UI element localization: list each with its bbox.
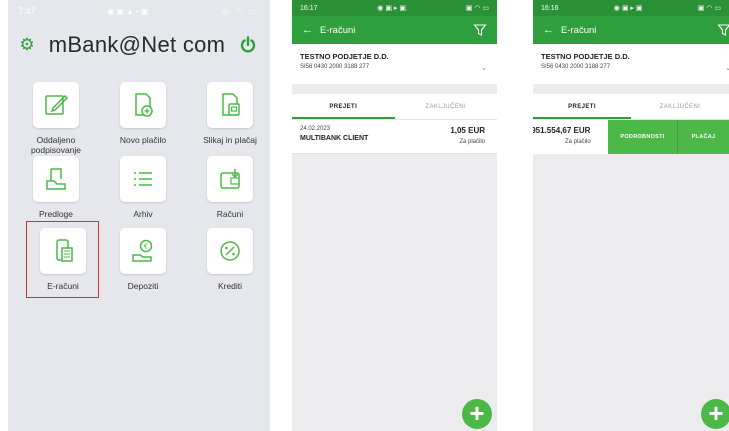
- list-item[interactable]: .951.554,67 EUR Za plačilo: [533, 120, 608, 154]
- tile-accounts[interactable]: Računi: [186, 156, 270, 219]
- tab-bar: PREJETI ZAKLJUČENI: [533, 94, 729, 120]
- battery-icon: ◎ ◠ ▭: [222, 6, 258, 16]
- back-arrow-icon[interactable]: ←: [543, 24, 561, 36]
- status-bar: 16:16 ◉ ▣ ▸ ▣ ▣ ◠ ▭: [533, 0, 729, 16]
- plus-icon: +: [708, 398, 724, 428]
- e-invoices-swipe-screen: 16:16 ◉ ▣ ▸ ▣ ▣ ◠ ▭ ← E-računi TESTNO PO…: [533, 0, 729, 431]
- back-arrow-icon[interactable]: ←: [302, 24, 320, 36]
- loans-icon: [207, 228, 253, 274]
- toolbar: ← E-računi: [292, 16, 497, 44]
- pay-button[interactable]: PLAČAJ: [678, 120, 729, 154]
- accounts-icon: [207, 156, 253, 202]
- status-bar: 7:47 ◉▣▲•▣ ◎ ◠ ▭: [8, 0, 270, 22]
- toolbar: ← E-računi: [533, 16, 729, 44]
- account-name: TESTNO PODJETJE D.D.: [300, 52, 389, 61]
- account-selector[interactable]: TESTNO PODJETJE D.D. SI56 0430 2000 3188…: [292, 44, 497, 84]
- chevron-down-icon: ⌄: [725, 65, 729, 72]
- tile-remote-signing[interactable]: Oddaljeno podpisovanje: [12, 82, 100, 155]
- status-icons: ◉ ▣ ▸ ▣: [377, 5, 406, 12]
- screen-title: E-računi: [561, 24, 597, 36]
- tab-received[interactable]: PREJETI: [533, 94, 631, 119]
- app-header: ⚙ mBank@Net com: [8, 22, 270, 68]
- account-selector[interactable]: TESTNO PODJETJE D.D. SI56 0430 2000 3188…: [533, 44, 729, 84]
- e-invoices-list-screen: 16:17 ◉ ▣ ▸ ▣ ▣ ◠ ▭ ← E-računi TESTNO PO…: [292, 0, 497, 431]
- power-icon[interactable]: [238, 35, 258, 55]
- tile-scan-pay[interactable]: Slikaj in plačaj: [186, 82, 270, 145]
- tile-new-payment[interactable]: Novo plačilo: [99, 82, 187, 145]
- tile-templates[interactable]: Predloge: [12, 156, 100, 219]
- status-time: 16:17: [300, 4, 318, 12]
- tile-label: Arhiv: [133, 209, 153, 219]
- highlight-box: [26, 221, 99, 298]
- tile-label: Računi: [216, 209, 244, 219]
- app-title: mBank@Net com: [48, 32, 226, 57]
- tile-loans[interactable]: Krediti: [186, 228, 270, 291]
- status-time: 16:16: [541, 4, 559, 12]
- tab-received[interactable]: PREJETI: [292, 94, 395, 119]
- invoice-status: Za plačilo: [565, 139, 591, 145]
- tile-label: Depoziti: [127, 281, 159, 291]
- scan-pay-icon: [207, 82, 253, 128]
- tile-label: Slikaj in plačaj: [203, 135, 257, 145]
- archive-icon: [120, 156, 166, 202]
- add-button[interactable]: +: [701, 399, 729, 429]
- filter-icon[interactable]: [473, 23, 487, 37]
- signature-icon: [33, 82, 79, 128]
- gear-icon[interactable]: ⚙: [18, 36, 36, 54]
- svg-text:€: €: [144, 243, 148, 251]
- tile-deposits[interactable]: € Depoziti: [99, 228, 187, 291]
- battery-icon: ▣ ◠ ▭: [697, 5, 721, 12]
- account-iban: SI56 0430 2000 3188 277: [541, 64, 611, 70]
- add-button[interactable]: +: [462, 399, 492, 429]
- list-item[interactable]: 24.02.2023 MULTIBANK CLIENT 1,05 EUR Za …: [292, 120, 497, 154]
- plus-icon: +: [469, 398, 485, 428]
- invoice-amount: 1,05 EUR: [450, 126, 485, 135]
- deposit-icon: €: [120, 228, 166, 274]
- screen-title: E-računi: [320, 24, 356, 36]
- status-icons: ◉▣▲•▣: [107, 6, 151, 16]
- templates-icon: [33, 156, 79, 202]
- invoice-status: Za plačilo: [459, 139, 485, 145]
- details-button[interactable]: PODROBNOSTI: [608, 120, 677, 154]
- tab-bar: PREJETI ZAKLJUČENI: [292, 94, 497, 120]
- status-bar: 16:17 ◉ ▣ ▸ ▣ ▣ ◠ ▭: [292, 0, 497, 16]
- tile-label: Novo plačilo: [119, 135, 167, 145]
- invoice-amount: .951.554,67 EUR: [533, 126, 591, 135]
- home-screen: 7:47 ◉▣▲•▣ ◎ ◠ ▭ ⚙ mBank@Net com Oddalje…: [8, 0, 270, 431]
- status-time: 7:47: [18, 6, 36, 16]
- new-payment-icon: [120, 82, 166, 128]
- tile-archive[interactable]: Arhiv: [99, 156, 187, 219]
- status-icons: ◉ ▣ ▸ ▣: [613, 5, 643, 12]
- tab-closed[interactable]: ZAKLJUČENI: [631, 94, 729, 119]
- filter-icon[interactable]: [717, 23, 729, 37]
- tile-label: Predloge: [38, 209, 74, 219]
- swiped-list-item[interactable]: .951.554,67 EUR Za plačilo PODROBNOSTI P…: [533, 120, 729, 154]
- account-iban: SI56 0430 2000 3188 277: [300, 64, 370, 70]
- tile-label: Krediti: [217, 281, 243, 291]
- chevron-down-icon: ⌄: [481, 65, 487, 72]
- tile-label: Oddaljeno podpisovanje: [30, 135, 82, 155]
- battery-icon: ▣ ◠ ▭: [465, 5, 489, 12]
- tab-closed[interactable]: ZAKLJUČENI: [395, 94, 498, 119]
- account-name: TESTNO PODJETJE D.D.: [541, 52, 630, 61]
